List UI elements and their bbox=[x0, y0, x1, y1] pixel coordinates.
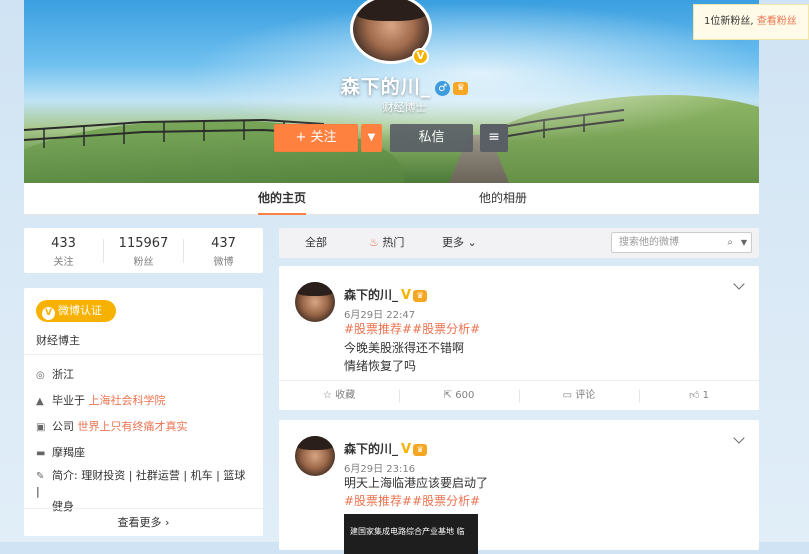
comment-button[interactable]: ▭ 评论 bbox=[519, 381, 639, 411]
tab-home[interactable]: 他的主页 bbox=[258, 183, 307, 215]
view-more-link[interactable]: 查看更多 › bbox=[24, 514, 263, 530]
post-time[interactable]: 6月29日 23:16 bbox=[344, 460, 415, 475]
repost-button[interactable]: ⇱ 600 bbox=[399, 381, 519, 411]
filter-more[interactable]: 更多 ⌄ bbox=[442, 228, 477, 258]
verify-role: 财经博主 bbox=[36, 334, 80, 347]
post-hashtags[interactable]: #股票推荐##股票分析# bbox=[344, 320, 480, 338]
chevron-down-icon: ⌄ bbox=[467, 236, 477, 249]
profile-tabbar: 他的主页 他的相册 bbox=[24, 183, 759, 215]
chevron-right-icon: › bbox=[165, 516, 170, 529]
stat-posts[interactable]: 437 微博 bbox=[184, 236, 263, 268]
edit-icon: ✎ bbox=[36, 471, 45, 482]
info-zodiac: ▬ 摩羯座 bbox=[36, 446, 85, 459]
star-icon: ☆ bbox=[322, 390, 332, 401]
stat-followers[interactable]: 115967 粉丝 bbox=[104, 236, 183, 268]
chevron-down-icon: ▼ bbox=[367, 132, 376, 143]
post-avatar[interactable] bbox=[295, 282, 335, 322]
verified-icon: V bbox=[401, 442, 412, 457]
post-card: 森下的川_ V ♛ 6月29日 23:16 明天上海临港应该要启动了 #股票推荐##… bbox=[279, 420, 759, 554]
thumbs-up-icon: 👍︎ bbox=[688, 390, 700, 401]
feed-filter-bar: 全部 ♨ 热门 更多 ⌄ 搜索他的微博 ⌕ ▼ bbox=[279, 228, 759, 258]
search-icon[interactable]: ⌕ bbox=[727, 233, 733, 252]
post-card: 森下的川_ V ♛ 6月29日 22:47 #股票推荐##股票分析# 今晚美股涨得还… bbox=[279, 266, 759, 410]
info-location: ◎ 浙江 bbox=[36, 368, 74, 381]
stat-following[interactable]: 433 关注 bbox=[24, 236, 103, 268]
post-text-line: 情绪恢复了吗 bbox=[344, 359, 417, 373]
weibo-search-input[interactable]: 搜索他的微博 ⌕ ▼ bbox=[611, 232, 752, 253]
like-button[interactable]: 👍︎ 1 bbox=[639, 381, 759, 411]
info-school: ▲ 毕业于 上海社会科学院 bbox=[36, 394, 166, 407]
follow-button[interactable]: + 关注 bbox=[274, 124, 358, 152]
company-link[interactable]: 世界上只有终痛才真实 bbox=[78, 420, 188, 433]
location-icon: ◎ bbox=[36, 370, 45, 381]
fire-icon: ♨ bbox=[369, 236, 379, 249]
post-actions: ☆ 收藏 ⇱ 600 ▭ 评论 👍︎ 1 bbox=[279, 380, 759, 410]
post-time[interactable]: 6月29日 22:47 bbox=[344, 306, 415, 321]
vip-crown-icon: ♛ bbox=[413, 290, 428, 302]
message-button[interactable]: 私信 bbox=[390, 124, 473, 152]
post-avatar[interactable] bbox=[295, 436, 335, 476]
tab-album[interactable]: 他的相册 bbox=[479, 183, 527, 215]
view-followers-link[interactable]: 查看粉丝 bbox=[757, 16, 797, 27]
post-text-line: 明天上海临港应该要启动了 bbox=[344, 476, 489, 490]
more-menu-button[interactable]: ≡ bbox=[480, 124, 508, 152]
menu-icon: ≡ bbox=[488, 129, 500, 145]
filter-all[interactable]: 全部 bbox=[305, 228, 327, 258]
follow-dropdown-button[interactable]: ▼ bbox=[361, 124, 382, 152]
verified-icon: V bbox=[401, 288, 412, 303]
post-options-chevron-icon[interactable] bbox=[733, 278, 745, 290]
post-author[interactable]: 森下的川_ V ♛ bbox=[344, 440, 428, 457]
comment-icon: ▭ bbox=[562, 390, 573, 401]
profile-name: 森下的川_ bbox=[340, 76, 432, 98]
male-icon: ♂ bbox=[435, 81, 451, 96]
post-text-line: 今晚美股涨得还不错啊 bbox=[344, 341, 465, 355]
verified-badge-icon: V bbox=[412, 48, 429, 65]
search-dropdown-icon[interactable]: ▼ bbox=[741, 233, 747, 252]
post-options-chevron-icon[interactable] bbox=[733, 432, 745, 444]
info-company: ▣ 公司 世界上只有终痛才真实 bbox=[36, 420, 188, 433]
post-author[interactable]: 森下的川_ V ♛ bbox=[344, 286, 428, 303]
cake-icon: ▬ bbox=[36, 448, 46, 459]
filter-hot[interactable]: ♨ 热门 bbox=[369, 228, 404, 258]
profile-subtitle: 财经博士 bbox=[382, 101, 427, 114]
graduation-cap-icon: ▲ bbox=[36, 396, 44, 407]
post-hashtags[interactable]: #股票推荐##股票分析# bbox=[344, 492, 480, 510]
profile-info-card: V 微博认证 财经博主 ◎ 浙江 ▲ 毕业于 上海社会科学院 ▣ 公司 世界上只有终痛才… bbox=[24, 288, 263, 536]
briefcase-icon: ▣ bbox=[36, 422, 46, 433]
school-link[interactable]: 上海社会科学院 bbox=[89, 394, 166, 407]
collect-button[interactable]: ☆ 收藏 bbox=[279, 381, 399, 411]
vip-crown-icon: ♛ bbox=[413, 444, 428, 456]
verified-icon: V bbox=[42, 307, 55, 320]
share-icon: ⇱ bbox=[443, 390, 453, 401]
post-image[interactable]: 建国家集成电路综合产业基地 临 bbox=[344, 514, 478, 554]
new-follower-toast: 1位新粉丝, 查看粉丝 bbox=[693, 4, 809, 40]
verify-badge[interactable]: V 微博认证 bbox=[36, 300, 116, 322]
profile-stats: 433 关注 115967 粉丝 437 微博 bbox=[24, 228, 263, 273]
vip-crown-icon: ♛ bbox=[453, 82, 469, 95]
